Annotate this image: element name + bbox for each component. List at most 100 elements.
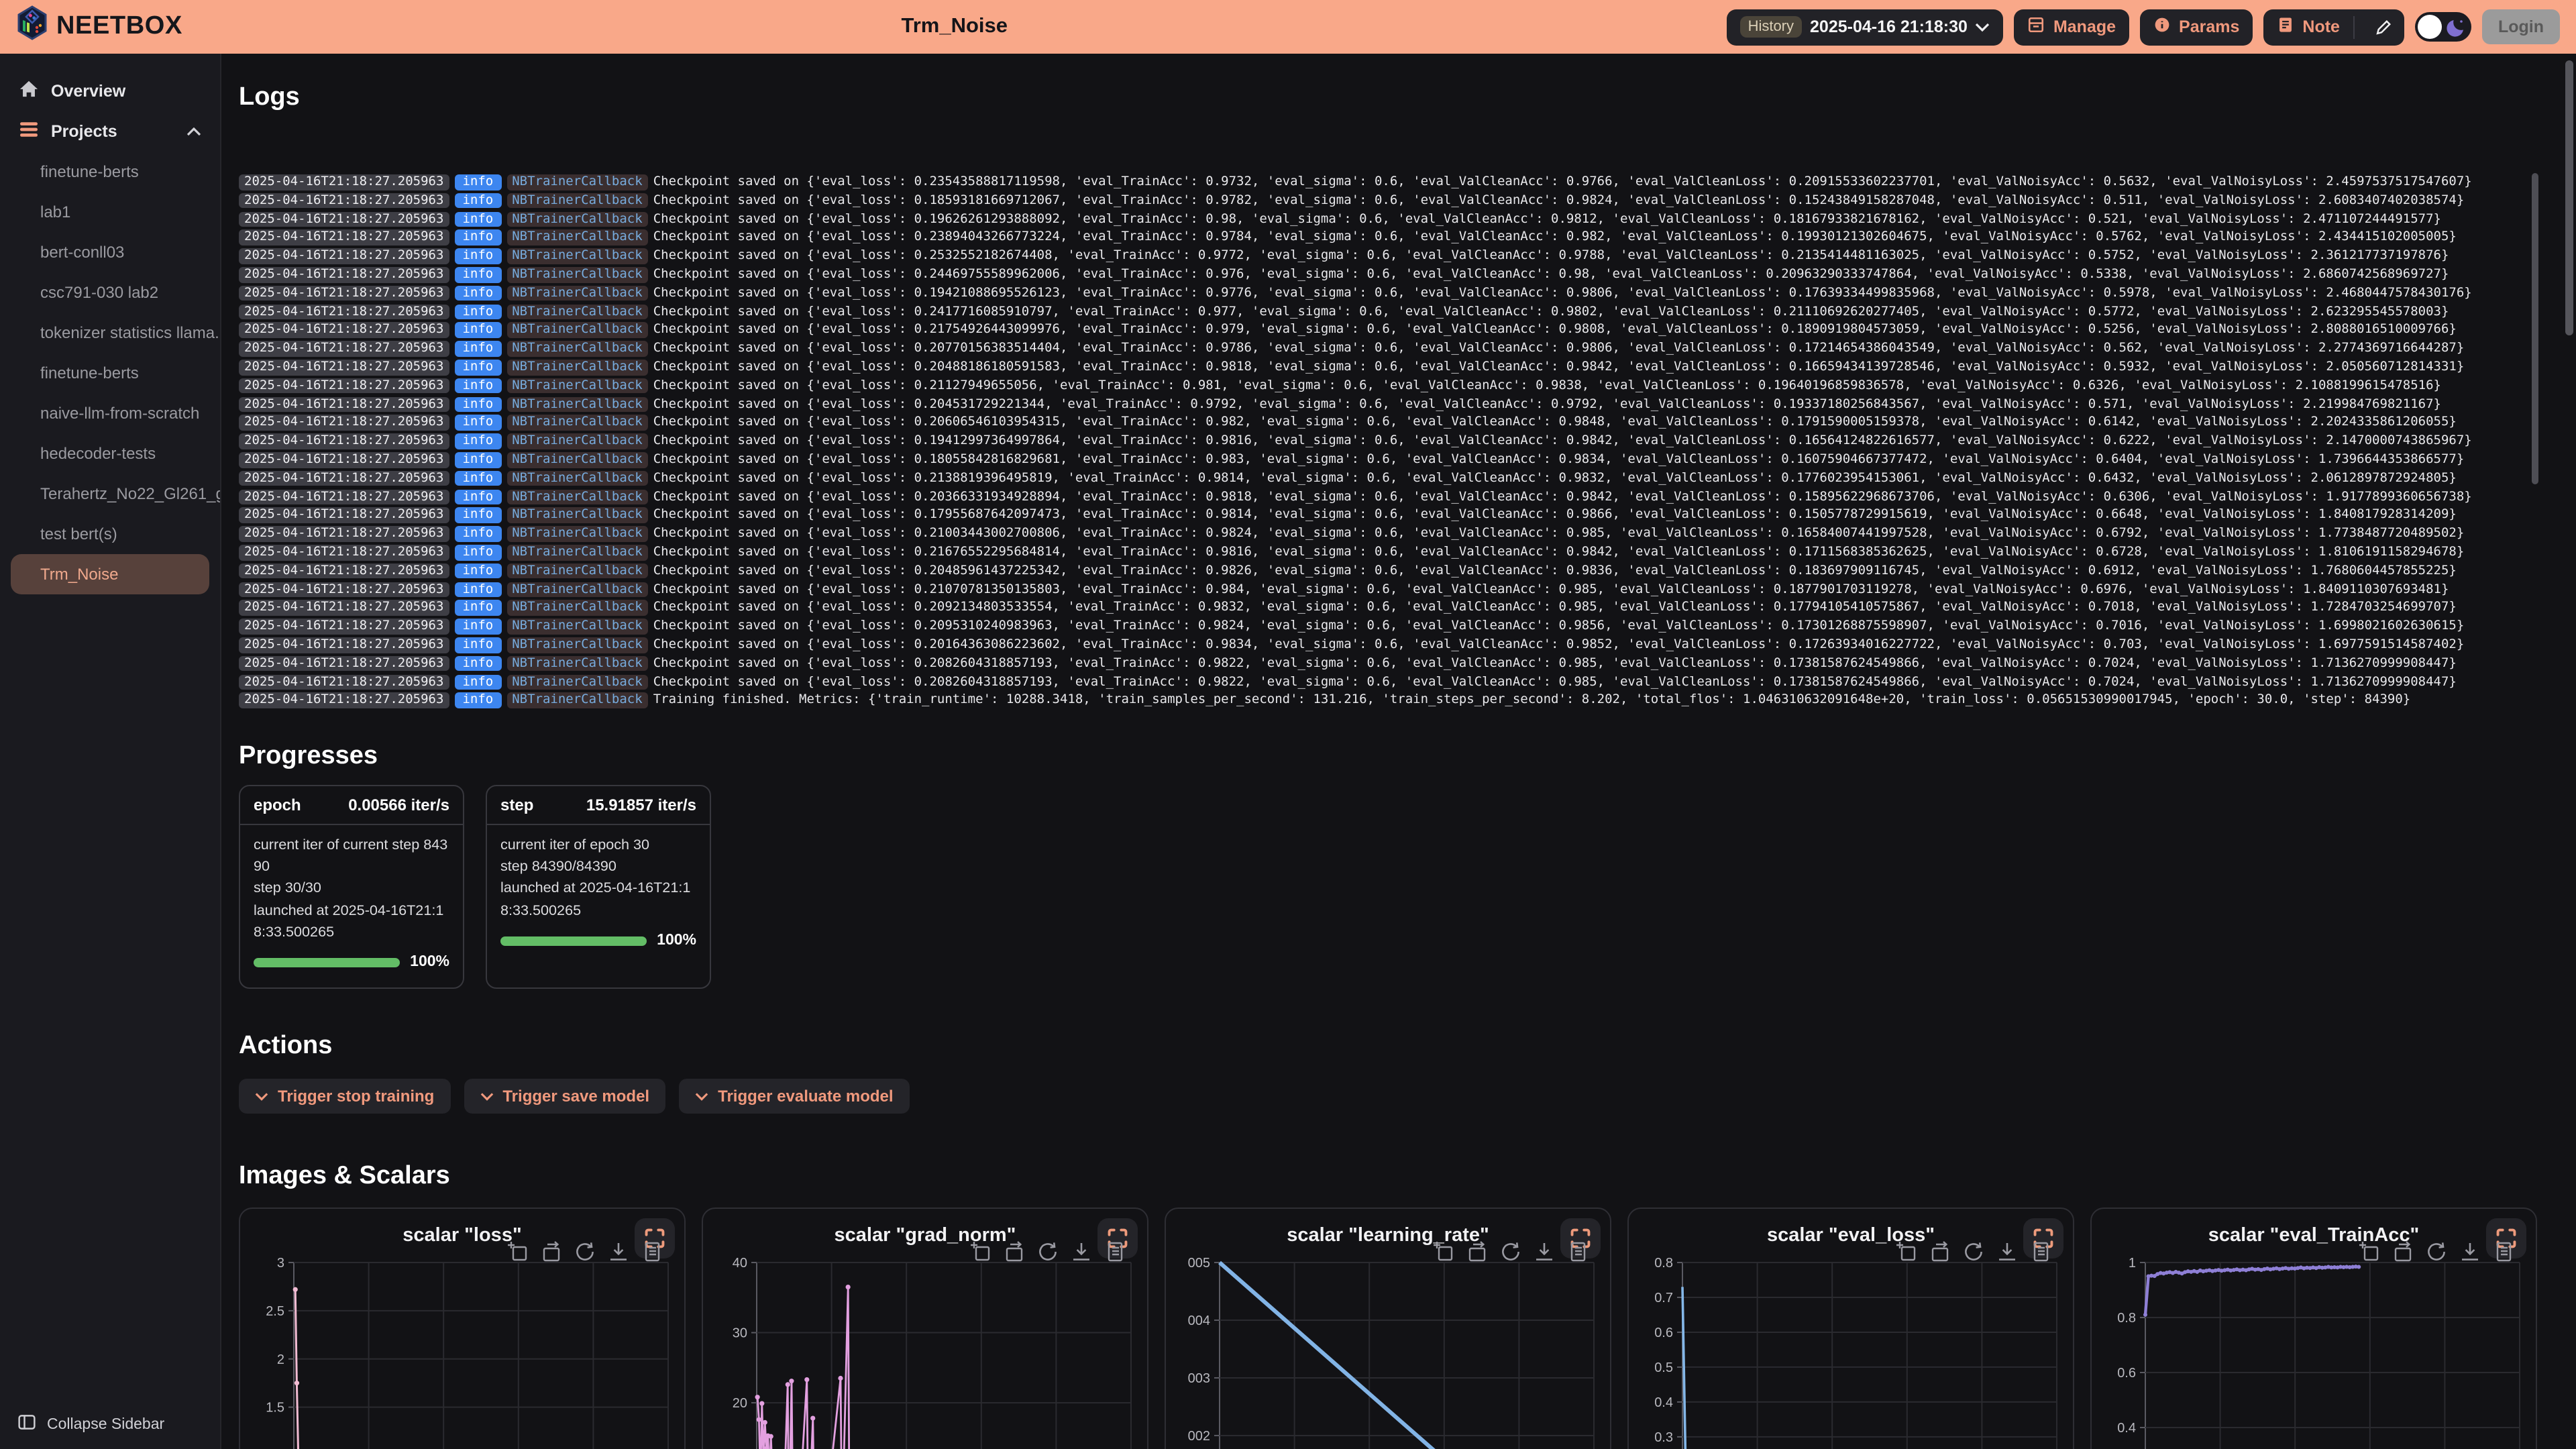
- refresh-icon[interactable]: [1963, 1242, 1984, 1270]
- log-source-badge: NBTrainerCallback: [506, 360, 647, 375]
- sidebar-project-item[interactable]: bert-conll03: [0, 232, 220, 272]
- log-timestamp-badge: 2025-04-16T21:18:27.205963: [239, 564, 449, 579]
- log-row: 2025-04-16T21:18:27.205963 info NBTraine…: [239, 229, 2528, 248]
- log-row: 2025-04-16T21:18:27.205963 info NBTraine…: [239, 673, 2528, 692]
- sidebar-project-item[interactable]: csc791-030 lab2: [0, 272, 220, 313]
- refresh-icon[interactable]: [2426, 1242, 2447, 1270]
- log-row: 2025-04-16T21:18:27.205963 info NBTraine…: [239, 543, 2528, 562]
- log-row: 2025-04-16T21:18:27.205963 info NBTraine…: [239, 488, 2528, 506]
- download-icon[interactable]: [1996, 1242, 2018, 1270]
- log-timestamp-badge: 2025-04-16T21:18:27.205963: [239, 415, 449, 431]
- page-title: Trm_Noise: [196, 15, 1713, 39]
- log-level-badge: info: [454, 582, 501, 597]
- log-list[interactable]: 2025-04-16T21:18:27.205963 info NBTraine…: [239, 173, 2557, 710]
- logs-heading: Logs: [239, 83, 2557, 113]
- manage-button[interactable]: Manage: [2015, 9, 2129, 45]
- history-select[interactable]: History 2025-04-16 21:18:30: [1727, 9, 2004, 45]
- logs-scrollbar[interactable]: [2532, 173, 2538, 484]
- zoom-restore-icon[interactable]: [1466, 1242, 1488, 1270]
- sidebar-project-item[interactable]: Terahertz_No22_Gl261_gl...: [0, 474, 220, 514]
- log-source-badge: NBTrainerCallback: [506, 304, 647, 319]
- chart-toolbar: [2359, 1242, 2514, 1270]
- download-icon[interactable]: [2459, 1242, 2481, 1270]
- log-row: 2025-04-16T21:18:27.205963 info NBTraine…: [239, 321, 2528, 340]
- log-file-icon[interactable]: [2493, 1242, 2514, 1270]
- neetbox-logo-icon: [16, 5, 48, 48]
- download-icon[interactable]: [608, 1242, 629, 1270]
- zoom-box-icon[interactable]: [1433, 1242, 1454, 1270]
- sidebar-project-item[interactable]: lab1: [0, 192, 220, 232]
- refresh-icon[interactable]: [574, 1242, 596, 1270]
- chart-plot[interactable]: 0.80.70.60.50.40.30.20.1: [1642, 1255, 2062, 1449]
- chart-plot[interactable]: 005004003002001: [1179, 1255, 1599, 1449]
- sidebar-item-projects[interactable]: Projects: [0, 111, 220, 152]
- log-timestamp-badge: 2025-04-16T21:18:27.205963: [239, 693, 449, 708]
- log-message: Checkpoint saved on {'eval_loss': 0.2532…: [653, 247, 2449, 266]
- zoom-restore-icon[interactable]: [1929, 1242, 1951, 1270]
- zoom-restore-icon[interactable]: [541, 1242, 562, 1270]
- edit-note-button[interactable]: [2363, 9, 2404, 45]
- trigger-action-button[interactable]: Trigger stop training: [239, 1079, 450, 1114]
- log-level-badge: info: [454, 656, 501, 672]
- manage-label: Manage: [2053, 17, 2116, 36]
- log-timestamp-badge: 2025-04-16T21:18:27.205963: [239, 211, 449, 227]
- trigger-action-button[interactable]: Trigger save model: [464, 1079, 665, 1114]
- log-timestamp-badge: 2025-04-16T21:18:27.205963: [239, 249, 449, 264]
- log-file-icon[interactable]: [2030, 1242, 2051, 1270]
- log-message: Checkpoint saved on {'eval_loss': 0.2048…: [653, 358, 2465, 377]
- trigger-action-button[interactable]: Trigger evaluate model: [679, 1079, 909, 1114]
- log-timestamp-badge: 2025-04-16T21:18:27.205963: [239, 267, 449, 282]
- note-label[interactable]: Note: [2302, 17, 2340, 36]
- log-level-badge: info: [454, 526, 501, 541]
- sidebar-project-item[interactable]: tokenizer statistics llama...: [0, 313, 220, 353]
- log-message: Checkpoint saved on {'eval_loss': 0.2036…: [653, 488, 2472, 506]
- collapse-label: Collapse Sidebar: [47, 1416, 164, 1432]
- chart-plot[interactable]: 10.80.60.40.2: [2105, 1255, 2525, 1449]
- svg-text:0.7: 0.7: [1654, 1291, 1673, 1306]
- zoom-box-icon[interactable]: [2359, 1242, 2380, 1270]
- sidebar-project-item[interactable]: hedecoder-tests: [0, 433, 220, 474]
- progress-detail-line: launched at 2025-04-16T21:18:33.500265: [254, 900, 449, 943]
- zoom-box-icon[interactable]: [1896, 1242, 1917, 1270]
- theme-toggle[interactable]: [2415, 12, 2471, 42]
- sidebar-project-item[interactable]: finetune-berts: [0, 152, 220, 192]
- log-level-badge: info: [454, 378, 501, 394]
- log-level-badge: info: [454, 174, 501, 190]
- sidebar-item-overview[interactable]: Overview: [0, 70, 220, 111]
- chart-plot[interactable]: 32.521.510.50: [254, 1255, 674, 1449]
- refresh-icon[interactable]: [1500, 1242, 1521, 1270]
- page-scrollbar[interactable]: [2565, 60, 2573, 335]
- collapse-sidebar-button[interactable]: Collapse Sidebar: [17, 1413, 164, 1436]
- log-timestamp-badge: 2025-04-16T21:18:27.205963: [239, 656, 449, 672]
- params-label: Params: [2179, 17, 2239, 36]
- chart-toolbar: [507, 1242, 663, 1270]
- refresh-icon[interactable]: [1037, 1242, 1059, 1270]
- log-source-badge: NBTrainerCallback: [506, 434, 647, 449]
- log-level-badge: info: [454, 489, 501, 504]
- progress-rate: 15.91857 iter/s: [586, 796, 696, 814]
- log-file-icon[interactable]: [641, 1242, 663, 1270]
- log-file-icon[interactable]: [1567, 1242, 1589, 1270]
- sidebar-project-item[interactable]: finetune-berts: [0, 353, 220, 393]
- zoom-restore-icon[interactable]: [2392, 1242, 2414, 1270]
- sidebar-project-item[interactable]: naive-llm-from-scratch: [0, 393, 220, 433]
- sidebar-project-item[interactable]: test bert(s): [0, 514, 220, 554]
- svg-text:0.4: 0.4: [1654, 1396, 1673, 1411]
- log-source-badge: NBTrainerCallback: [506, 489, 647, 504]
- log-timestamp-badge: 2025-04-16T21:18:27.205963: [239, 396, 449, 412]
- download-icon[interactable]: [1071, 1242, 1092, 1270]
- zoom-restore-icon[interactable]: [1004, 1242, 1025, 1270]
- chart-plot[interactable]: 403020100: [716, 1255, 1136, 1449]
- login-button[interactable]: Login: [2482, 9, 2560, 44]
- progress-percent: 100%: [657, 930, 696, 953]
- zoom-box-icon[interactable]: [970, 1242, 991, 1270]
- params-button[interactable]: Params: [2140, 9, 2253, 45]
- log-file-icon[interactable]: [1104, 1242, 1126, 1270]
- log-level-badge: info: [454, 230, 501, 246]
- zoom-box-icon[interactable]: [507, 1242, 529, 1270]
- svg-text:005: 005: [1188, 1256, 1210, 1271]
- sidebar-project-item[interactable]: Trm_Noise: [11, 554, 209, 594]
- brand[interactable]: NEETBOX: [16, 5, 182, 48]
- download-icon[interactable]: [1534, 1242, 1555, 1270]
- log-source-badge: NBTrainerCallback: [506, 286, 647, 301]
